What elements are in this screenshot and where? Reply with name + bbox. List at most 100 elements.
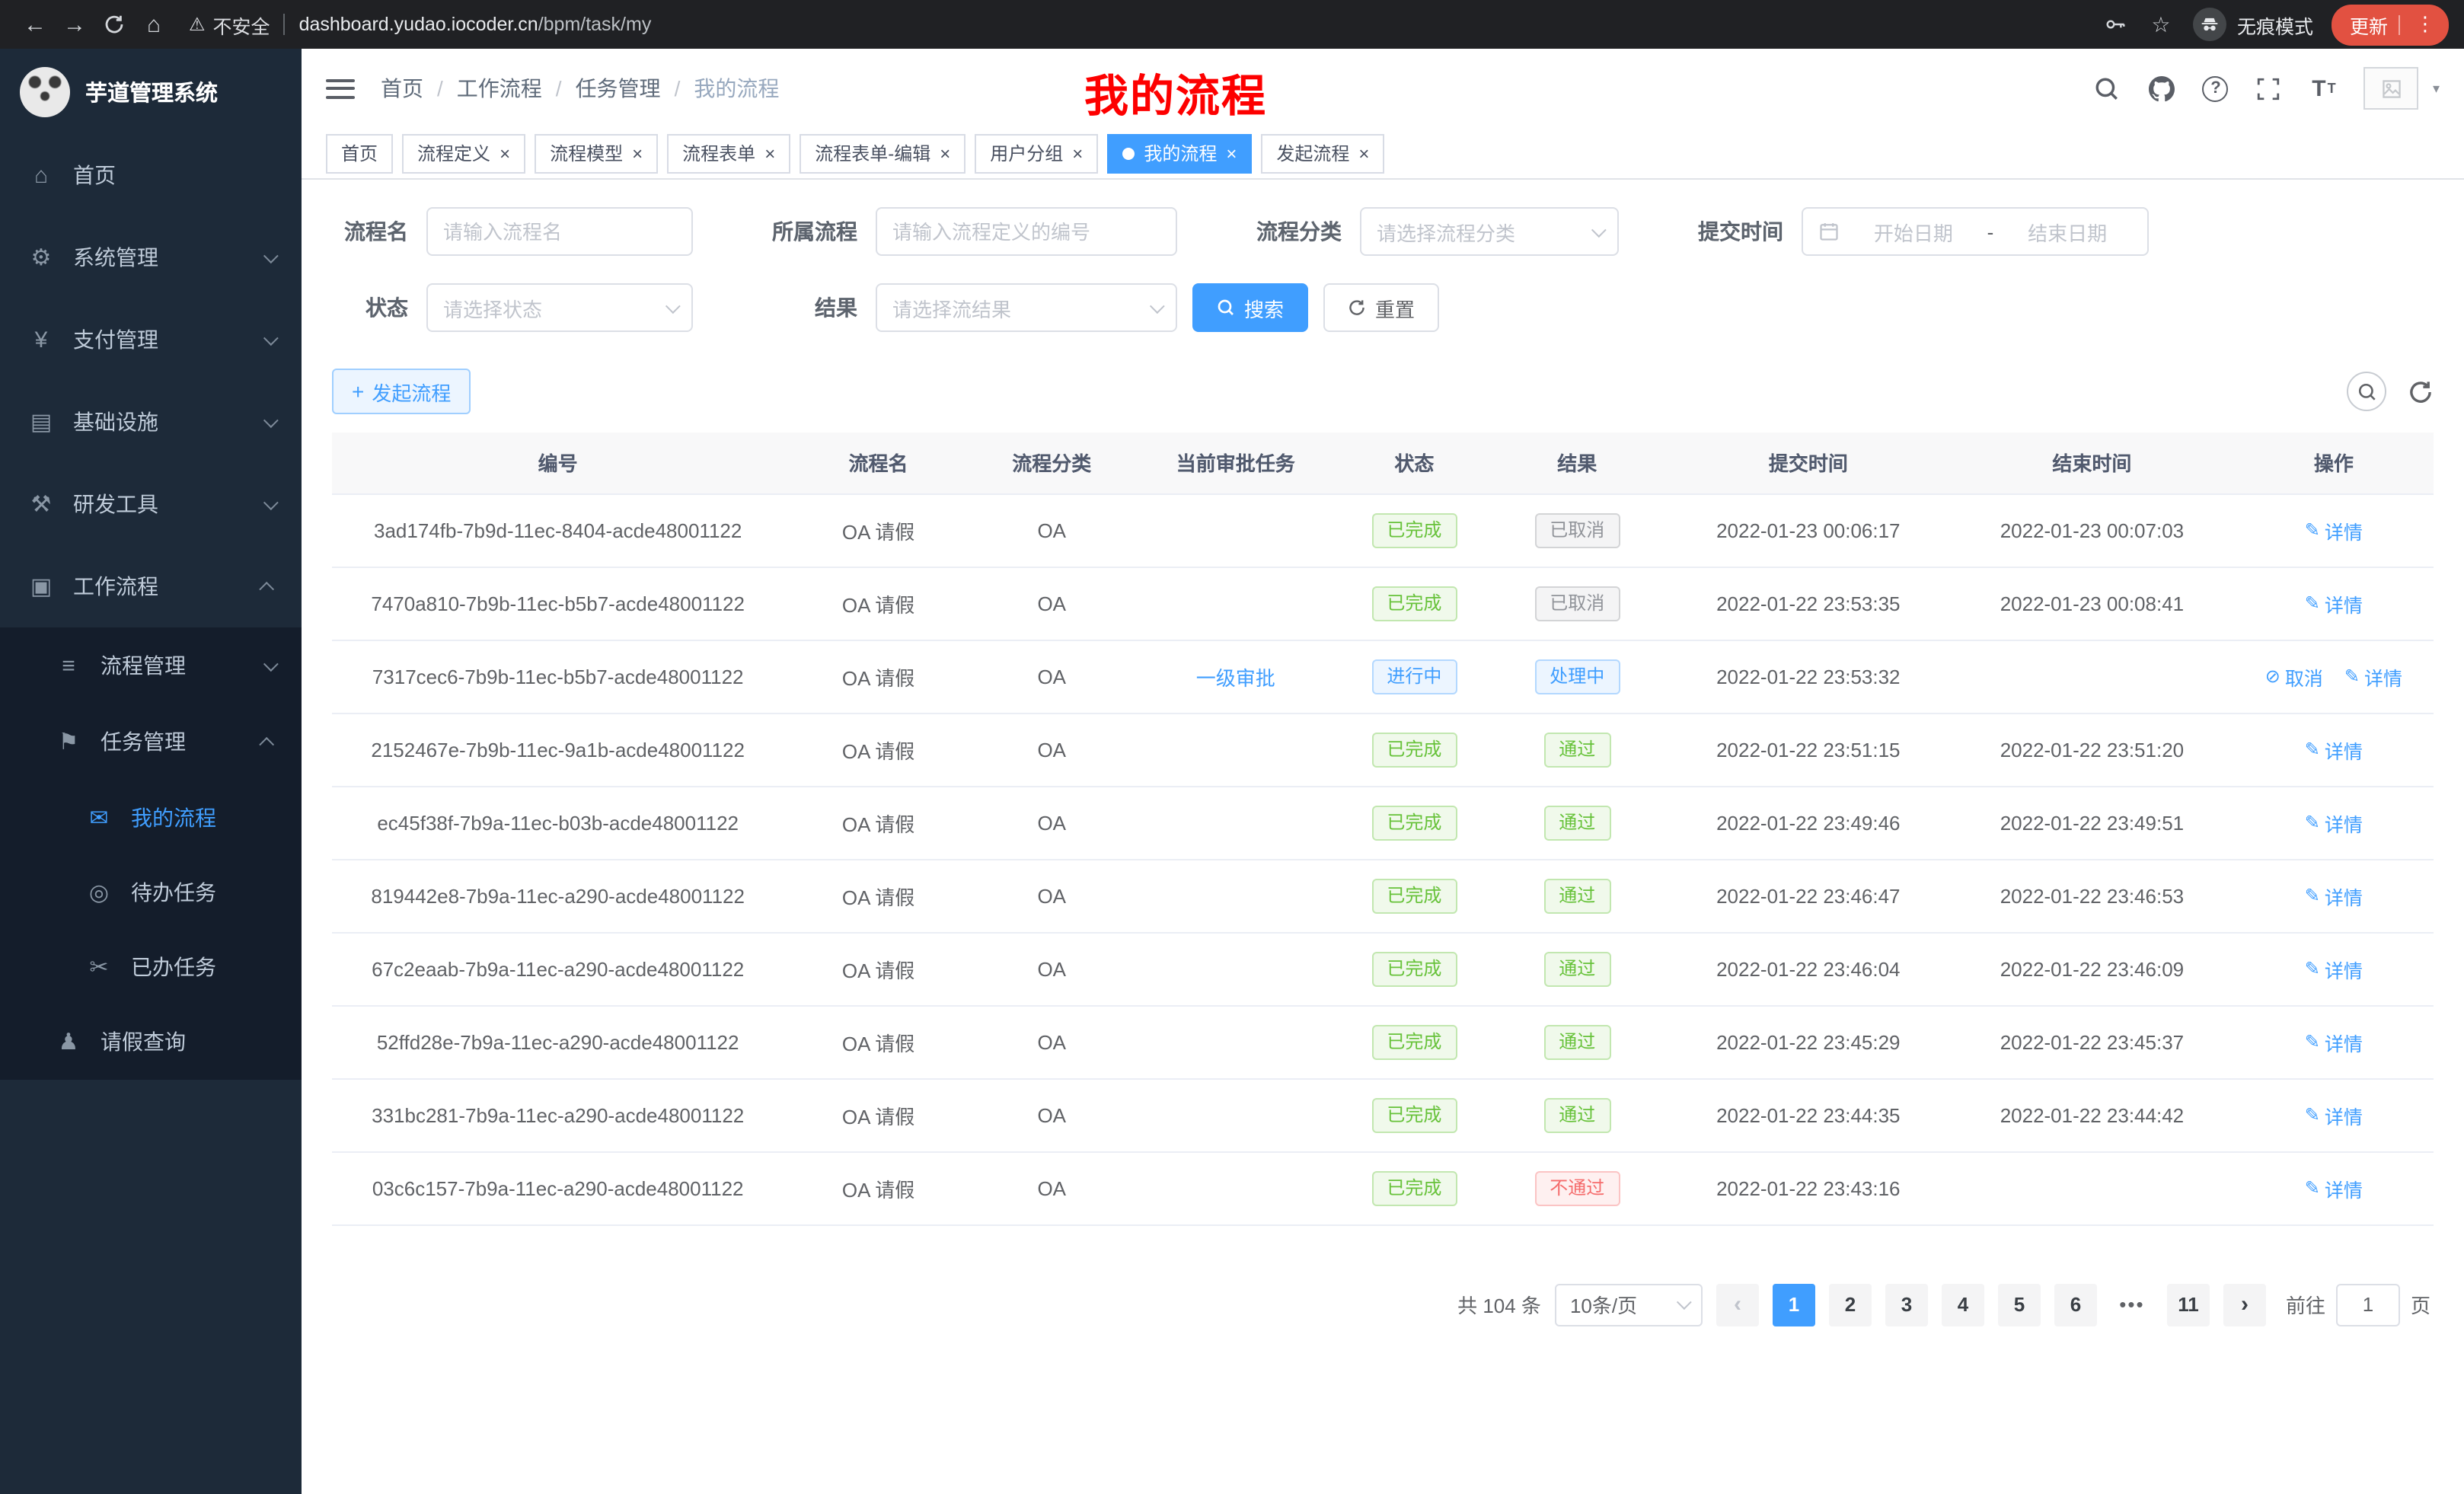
pager-page-2[interactable]: 2 — [1829, 1283, 1872, 1326]
sidebar-item-home[interactable]: ⌂首页 — [0, 134, 302, 216]
sidebar-item-payment-mgmt[interactable]: ¥支付管理 — [0, 298, 302, 381]
bookmark-star-icon[interactable]: ☆ — [2147, 11, 2175, 38]
fullscreen-icon[interactable] — [2255, 74, 2284, 103]
cell-current-task — [1131, 1151, 1341, 1224]
toggle-search-icon[interactable] — [2347, 372, 2386, 411]
next-page-button[interactable]: › — [2223, 1283, 2266, 1326]
close-icon[interactable]: × — [764, 144, 775, 162]
sidebar-item-my-process[interactable]: ✉我的流程 — [0, 780, 302, 854]
tab-label: 流程表单-编辑 — [815, 140, 930, 166]
table-row: ec45f38f-7b9a-11ec-b03b-acde48001122OA 请… — [332, 786, 2434, 859]
goto-page-input[interactable] — [2336, 1283, 2400, 1326]
calendar-icon — [1818, 221, 1840, 242]
caret-down-icon[interactable]: ▾ — [2433, 80, 2440, 97]
result-label: 结果 — [729, 292, 876, 323]
update-button[interactable]: 更新 ⋮ — [2332, 4, 2449, 45]
status-select[interactable]: 请选择状态 — [426, 283, 693, 332]
browser-forward-icon[interactable]: → — [55, 5, 94, 44]
cell-result: 处理中 — [1488, 640, 1667, 713]
key-icon[interactable] — [2102, 11, 2129, 38]
tab-process-form-edit[interactable]: 流程表单-编辑 × — [800, 133, 965, 173]
pager-page-3[interactable]: 3 — [1885, 1283, 1928, 1326]
close-icon[interactable]: × — [1072, 144, 1083, 162]
tab-my-process[interactable]: 我的流程× — [1107, 133, 1252, 173]
browser-menu-icon[interactable]: ⋮ — [2411, 12, 2440, 37]
pager-page-6[interactable]: 6 — [2054, 1283, 2097, 1326]
detail-action[interactable]: ✎详情 — [2305, 589, 2363, 618]
tab-process-model[interactable]: 流程模型× — [535, 133, 658, 173]
font-size-icon[interactable]: TT — [2309, 74, 2338, 103]
sidebar-item-system-mgmt[interactable]: ⚙系统管理 — [0, 216, 302, 298]
browser-home-icon[interactable]: ⌂ — [134, 5, 174, 44]
current-task-link[interactable]: 一级审批 — [1196, 666, 1275, 689]
sidebar-item-process-mgmt[interactable]: ≡流程管理 — [0, 627, 302, 704]
logo-row[interactable]: 芋道管理系统 — [0, 49, 302, 134]
help-icon[interactable]: ? — [2203, 75, 2229, 101]
tab-label: 用户分组 — [990, 140, 1063, 166]
breadcrumb-item[interactable]: 工作流程 — [457, 73, 542, 104]
end-date-placeholder[interactable]: 结束日期 — [2003, 217, 2132, 246]
close-icon[interactable]: × — [632, 144, 643, 162]
sidebar-item-infrastructure[interactable]: ▤基础设施 — [0, 381, 302, 463]
browser-refresh-icon[interactable] — [94, 5, 134, 44]
breadcrumb-item[interactable]: 任务管理 — [576, 73, 661, 104]
cell-category: OA — [973, 567, 1131, 640]
cell-process-name: OA 请假 — [784, 713, 972, 786]
detail-action[interactable]: ✎详情 — [2344, 662, 2402, 691]
cell-end-time: 2022-01-22 23:51:20 — [1950, 713, 2234, 786]
sidebar-item-dev-tools[interactable]: ⚒研发工具 — [0, 463, 302, 545]
start-process-button[interactable]: + 发起流程 — [332, 369, 471, 414]
close-icon[interactable]: × — [500, 144, 510, 162]
result-select[interactable]: 请选择流结果 — [876, 283, 1177, 332]
pager-page-11[interactable]: 11 — [2167, 1283, 2210, 1326]
pager-page-4[interactable]: 4 — [1942, 1283, 1984, 1326]
tab-process-form[interactable]: 流程表单× — [667, 133, 790, 173]
close-icon[interactable]: × — [1226, 144, 1237, 162]
sidebar-toggle-icon[interactable] — [326, 78, 355, 98]
close-icon[interactable]: × — [1358, 144, 1369, 162]
user-avatar[interactable] — [2364, 67, 2419, 110]
reset-button[interactable]: 重置 — [1323, 283, 1439, 332]
prev-page-button[interactable]: ‹ — [1716, 1283, 1759, 1326]
process-category-select[interactable]: 请选择流程分类 — [1360, 207, 1619, 256]
pager-page-1[interactable]: 1 — [1773, 1283, 1815, 1326]
sidebar-item-task-mgmt[interactable]: ⚑任务管理 — [0, 704, 302, 780]
process-name-input[interactable] — [426, 207, 693, 256]
github-icon[interactable] — [2148, 74, 2177, 103]
detail-action[interactable]: ✎详情 — [2305, 1100, 2363, 1129]
sidebar-item-workflow[interactable]: ▣工作流程 — [0, 545, 302, 627]
incognito-badge[interactable]: 无痕模式 — [2193, 8, 2313, 41]
process-definition-input[interactable] — [876, 207, 1177, 256]
submit-time-range-picker[interactable]: 开始日期 - 结束日期 — [1802, 207, 2149, 256]
pager-page-5[interactable]: 5 — [1998, 1283, 2041, 1326]
tab-start-process[interactable]: 发起流程× — [1261, 133, 1384, 173]
tab-user-group[interactable]: 用户分组 × — [975, 133, 1098, 173]
cell-submit-time: 2022-01-22 23:45:29 — [1667, 1005, 1951, 1078]
cancel-action[interactable]: ⊘取消 — [2265, 662, 2323, 691]
breadcrumb-item[interactable]: 首页 — [381, 73, 423, 104]
browser-back-icon[interactable]: ← — [15, 5, 55, 44]
close-icon[interactable]: × — [940, 144, 950, 162]
cell-status: 进行中 — [1341, 640, 1488, 713]
tab-home[interactable]: 首页 — [326, 133, 393, 173]
detail-action[interactable]: ✎详情 — [2305, 735, 2363, 764]
tab-process-definition[interactable]: 流程定义× — [402, 133, 525, 173]
detail-action[interactable]: ✎详情 — [2305, 1173, 2363, 1202]
page-size-select[interactable]: 10条/页 — [1555, 1283, 1703, 1326]
cell-status: 已完成 — [1341, 786, 1488, 859]
search-button[interactable]: 搜索 — [1192, 283, 1308, 332]
briefcase-icon: ▣ — [27, 573, 55, 600]
detail-action[interactable]: ✎详情 — [2305, 881, 2363, 910]
sidebar-item-done-tasks[interactable]: ✂已办任务 — [0, 929, 302, 1004]
detail-action[interactable]: ✎详情 — [2305, 516, 2363, 544]
detail-action[interactable]: ✎详情 — [2305, 808, 2363, 837]
detail-action[interactable]: ✎详情 — [2305, 1027, 2363, 1056]
sidebar-item-todo-tasks[interactable]: ◎待办任务 — [0, 854, 302, 929]
sidebar-item-leave-query[interactable]: ♟请假查询 — [0, 1004, 302, 1080]
start-date-placeholder[interactable]: 开始日期 — [1849, 217, 1978, 246]
detail-action[interactable]: ✎详情 — [2305, 954, 2363, 983]
address-bar[interactable]: ⚠ 不安全 dashboard.yudao.iocoder.cn/bpm/tas… — [189, 10, 2102, 39]
search-icon[interactable] — [2093, 74, 2122, 103]
cell-end-time: 2022-01-22 23:44:42 — [1950, 1078, 2234, 1151]
refresh-table-icon[interactable] — [2408, 378, 2434, 404]
